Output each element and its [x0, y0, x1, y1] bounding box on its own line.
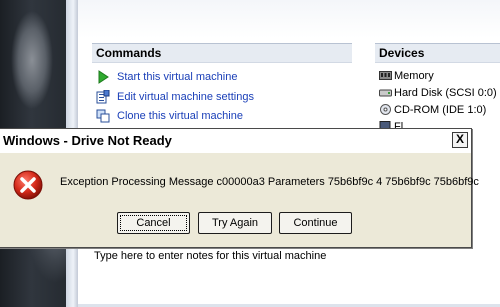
memory-icon: [379, 71, 392, 80]
clone-icon: [96, 109, 110, 123]
cdrom-label: CD-ROM (IDE 1:0): [394, 104, 487, 116]
hard-disk-icon: [379, 89, 392, 97]
error-message: Exception Processing Message c00000a3 Pa…: [60, 176, 479, 188]
play-icon: [98, 70, 109, 84]
cancel-button[interactable]: Cancel: [117, 212, 190, 234]
start-vm-label: Start this virtual machine: [117, 71, 238, 83]
notes-field[interactable]: Type here to enter notes for this virtua…: [94, 250, 326, 262]
continue-button[interactable]: Continue: [279, 212, 352, 234]
drive-not-ready-dialog: Windows - Drive Not Ready X Exception Pr…: [0, 128, 479, 248]
close-icon: X: [455, 132, 464, 146]
settings-icon: [96, 90, 110, 104]
clone-vm-label: Clone this virtual machine: [117, 110, 243, 122]
dialog-title-bar[interactable]: Windows - Drive Not Ready X: [0, 129, 471, 153]
top-strip: [78, 0, 500, 38]
try-again-button[interactable]: Try Again: [198, 212, 272, 234]
devices-header: Devices: [375, 43, 500, 63]
memory-label: Memory: [394, 70, 434, 82]
cdrom-icon: [380, 104, 391, 115]
edit-settings-label: Edit virtual machine settings: [117, 91, 254, 103]
dialog-title: Windows - Drive Not Ready: [3, 133, 172, 148]
commands-header: Commands: [92, 43, 352, 63]
close-button[interactable]: X: [452, 132, 468, 148]
error-icon: [13, 170, 43, 200]
hard-disk-label: Hard Disk (SCSI 0:0): [394, 87, 497, 99]
